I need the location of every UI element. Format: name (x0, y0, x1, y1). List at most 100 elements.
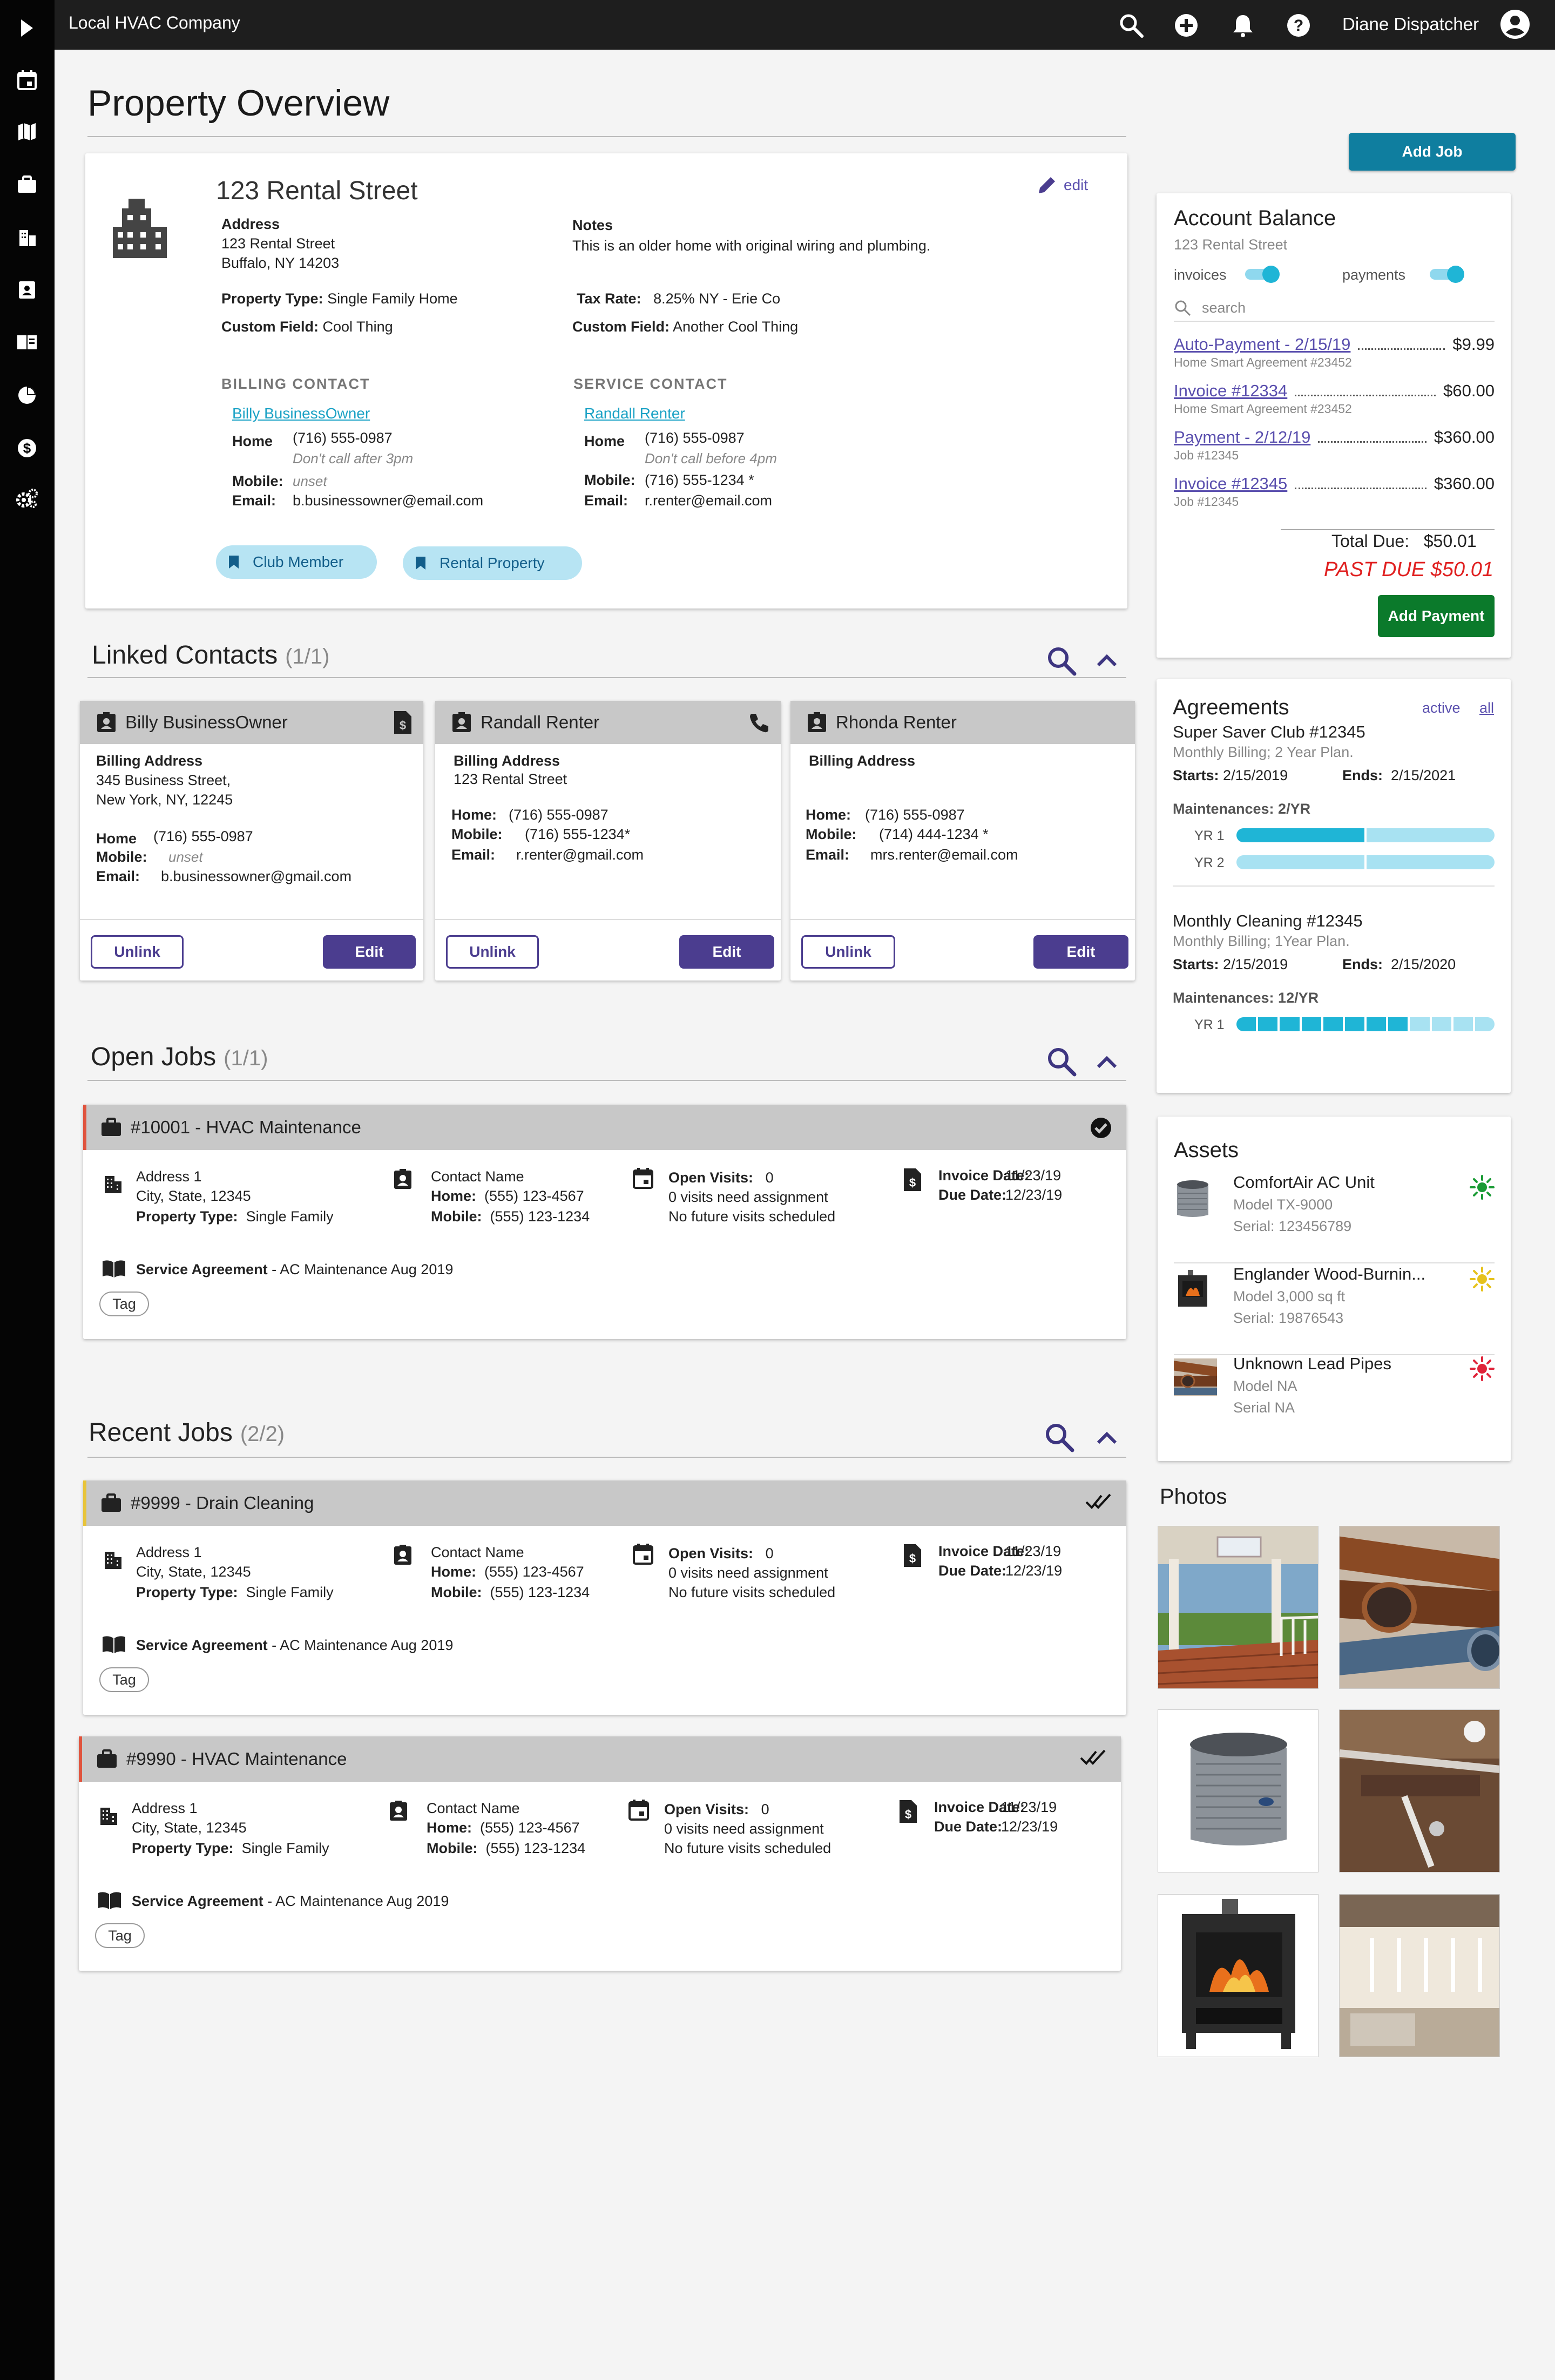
agreement-item[interactable]: Super Saver Club #12345 Monthly Billing; … (1173, 722, 1495, 887)
job-card[interactable]: #9990 - HVAC Maintenance Address 1 City,… (79, 1736, 1121, 1971)
invoices-toggle[interactable] (1244, 265, 1282, 283)
edit-contact-button[interactable]: Edit (1033, 935, 1128, 969)
balance-item[interactable]: Auto-Payment - 2/15/19 $9.99 Home Smart Ag… (1174, 335, 1495, 381)
property-type-row: Property Type: Single Family Home (221, 290, 458, 307)
contact-badge-icon[interactable] (14, 276, 40, 302)
calendar-icon[interactable] (14, 67, 40, 93)
double-check-icon (1080, 1748, 1107, 1768)
job-card[interactable]: #9999 - Drain Cleaning Address 1 City, S… (83, 1480, 1126, 1715)
contact-badge-icon (452, 712, 471, 732)
photo-basement[interactable] (1339, 1894, 1500, 2057)
job-visits-future: No future visits scheduled (668, 1208, 836, 1225)
map-icon[interactable] (14, 119, 40, 145)
balance-item-link[interactable]: Auto-Payment - 2/15/19 (1174, 335, 1350, 354)
service-home-label: Home (584, 433, 625, 449)
billing-contact-name[interactable]: Billy BusinessOwner (232, 405, 370, 422)
buildings-icon[interactable] (14, 225, 40, 251)
buildings-icon (103, 1550, 123, 1570)
chip-rental-property[interactable]: Rental Property (403, 546, 582, 580)
job-tag[interactable]: Tag (99, 1292, 149, 1316)
invoice-document-icon: $ (903, 1167, 922, 1192)
photo-pipes[interactable] (1339, 1526, 1500, 1689)
account-avatar-icon[interactable] (1499, 9, 1531, 40)
chip-club-member[interactable]: Club Member (216, 545, 377, 579)
job-tag[interactable]: Tag (95, 1923, 145, 1948)
billing-address-label: Billing Address (96, 753, 203, 769)
job-card[interactable]: #10001 - HVAC Maintenance Address 1 City… (83, 1105, 1126, 1339)
search-icon[interactable] (1118, 12, 1145, 39)
balance-item-link[interactable]: Invoice #12345 (1174, 474, 1287, 493)
search-recent-jobs-icon[interactable] (1044, 1422, 1074, 1452)
briefcase-icon[interactable] (14, 172, 40, 198)
service-contact-name[interactable]: Randall Renter (584, 405, 685, 422)
property-card: 123 Rental Street edit Address 123 Renta… (85, 153, 1127, 608)
asset-name: ComfortAir AC Unit (1233, 1173, 1375, 1192)
balance-item-sub: Job #12345 (1174, 495, 1239, 509)
invoice-date: 11/23/19 (1005, 1167, 1062, 1184)
unlink-button[interactable]: Unlink (446, 935, 539, 969)
pie-chart-icon[interactable] (14, 382, 40, 408)
job-property-type: Property Type: Single Family (136, 1584, 334, 1600)
balance-item-link[interactable]: Payment - 2/12/19 (1174, 428, 1310, 447)
linked-contacts-count: (1/1) (285, 645, 330, 668)
asset-thumbnail (1174, 1269, 1212, 1312)
job-visits-future: No future visits scheduled (668, 1584, 836, 1600)
collapse-contacts-icon[interactable] (1096, 653, 1118, 667)
billing-home-label: Home (232, 433, 273, 449)
balance-item[interactable]: Invoice #12334 $60.00 Home Smart Agreement… (1174, 381, 1495, 428)
balance-search-field[interactable]: search (1174, 295, 1495, 322)
contact-badge-icon (97, 712, 116, 732)
add-circle-icon[interactable] (1173, 12, 1200, 39)
expand-icon[interactable] (14, 15, 40, 41)
photo-ac-unit[interactable] (1158, 1709, 1319, 1872)
phone-icon (750, 714, 768, 733)
photo-wiring[interactable] (1339, 1709, 1500, 1872)
edit-property-link[interactable]: edit (1037, 175, 1088, 195)
balance-item[interactable]: Invoice #12345 $360.00 Job #12345 (1174, 474, 1495, 520)
search-jobs-icon[interactable] (1046, 1046, 1077, 1077)
unlink-button[interactable]: Unlink (91, 935, 184, 969)
svg-text:$: $ (23, 440, 31, 456)
svg-text:$: $ (909, 1176, 916, 1189)
agreement-item[interactable]: Monthly Cleaning #12345 Monthly Billing; … (1173, 911, 1495, 1040)
balance-item-link[interactable]: Invoice #12334 (1174, 381, 1287, 401)
asset-item[interactable]: Unknown Lead Pipes Model NA Serial NA (1174, 1354, 1495, 1435)
user-name[interactable]: Diane Dispatcher (1342, 14, 1479, 35)
job-service-agreement[interactable]: Service Agreement - AC Maintenance Aug 2… (136, 1637, 453, 1654)
job-service-agreement[interactable]: Service Agreement - AC Maintenance Aug 2… (136, 1261, 453, 1278)
edit-contact-button[interactable]: Edit (323, 935, 416, 969)
dot-leader (1358, 348, 1445, 350)
contact-badge-icon (389, 1800, 408, 1822)
job-address-line1: Address 1 (136, 1168, 202, 1185)
settings-gears-icon[interactable] (14, 486, 40, 512)
dollar-icon[interactable]: $ (14, 435, 40, 461)
payments-toggle-label: payments (1342, 267, 1406, 283)
add-job-button[interactable]: Add Job (1349, 133, 1516, 171)
photo-wood-stove[interactable] (1158, 1894, 1319, 2057)
job-tag[interactable]: Tag (99, 1667, 149, 1692)
job-service-agreement[interactable]: Service Agreement - AC Maintenance Aug 2… (132, 1893, 449, 1910)
job-open-visits: Open Visits: 0 (664, 1801, 769, 1817)
add-payment-button[interactable]: Add Payment (1378, 595, 1495, 637)
edit-contact-button[interactable]: Edit (679, 935, 774, 969)
collapse-jobs-icon[interactable] (1096, 1055, 1118, 1069)
balance-item[interactable]: Payment - 2/12/19 $360.00 Job #12345 (1174, 428, 1495, 474)
agreements-filter-all[interactable]: all (1479, 700, 1494, 716)
job-contact-home: Home: (555) 123-4567 (431, 1188, 584, 1204)
asset-item[interactable]: ComfortAir AC Unit Model TX-9000 Serial: 1… (1174, 1173, 1495, 1263)
payments-toggle[interactable] (1429, 265, 1466, 283)
email: b.businessowner@gmail.com (161, 868, 352, 884)
search-contacts-icon[interactable] (1046, 646, 1077, 676)
collapse-recent-jobs-icon[interactable] (1096, 1431, 1118, 1445)
title-divider (87, 136, 1126, 137)
book-icon[interactable] (14, 329, 40, 355)
photo-porch[interactable] (1158, 1526, 1319, 1689)
calendar-icon (633, 1167, 653, 1189)
mobile-label: Mobile: (96, 849, 147, 865)
asset-item[interactable]: Englander Wood-Burnin... Model 3,000 sq f… (1174, 1265, 1495, 1355)
unlink-button[interactable]: Unlink (801, 935, 895, 969)
help-icon[interactable]: ? (1285, 12, 1312, 39)
total-divider (1281, 529, 1495, 530)
agreements-filter-active[interactable]: active (1422, 700, 1461, 716)
bell-icon[interactable] (1229, 12, 1256, 39)
